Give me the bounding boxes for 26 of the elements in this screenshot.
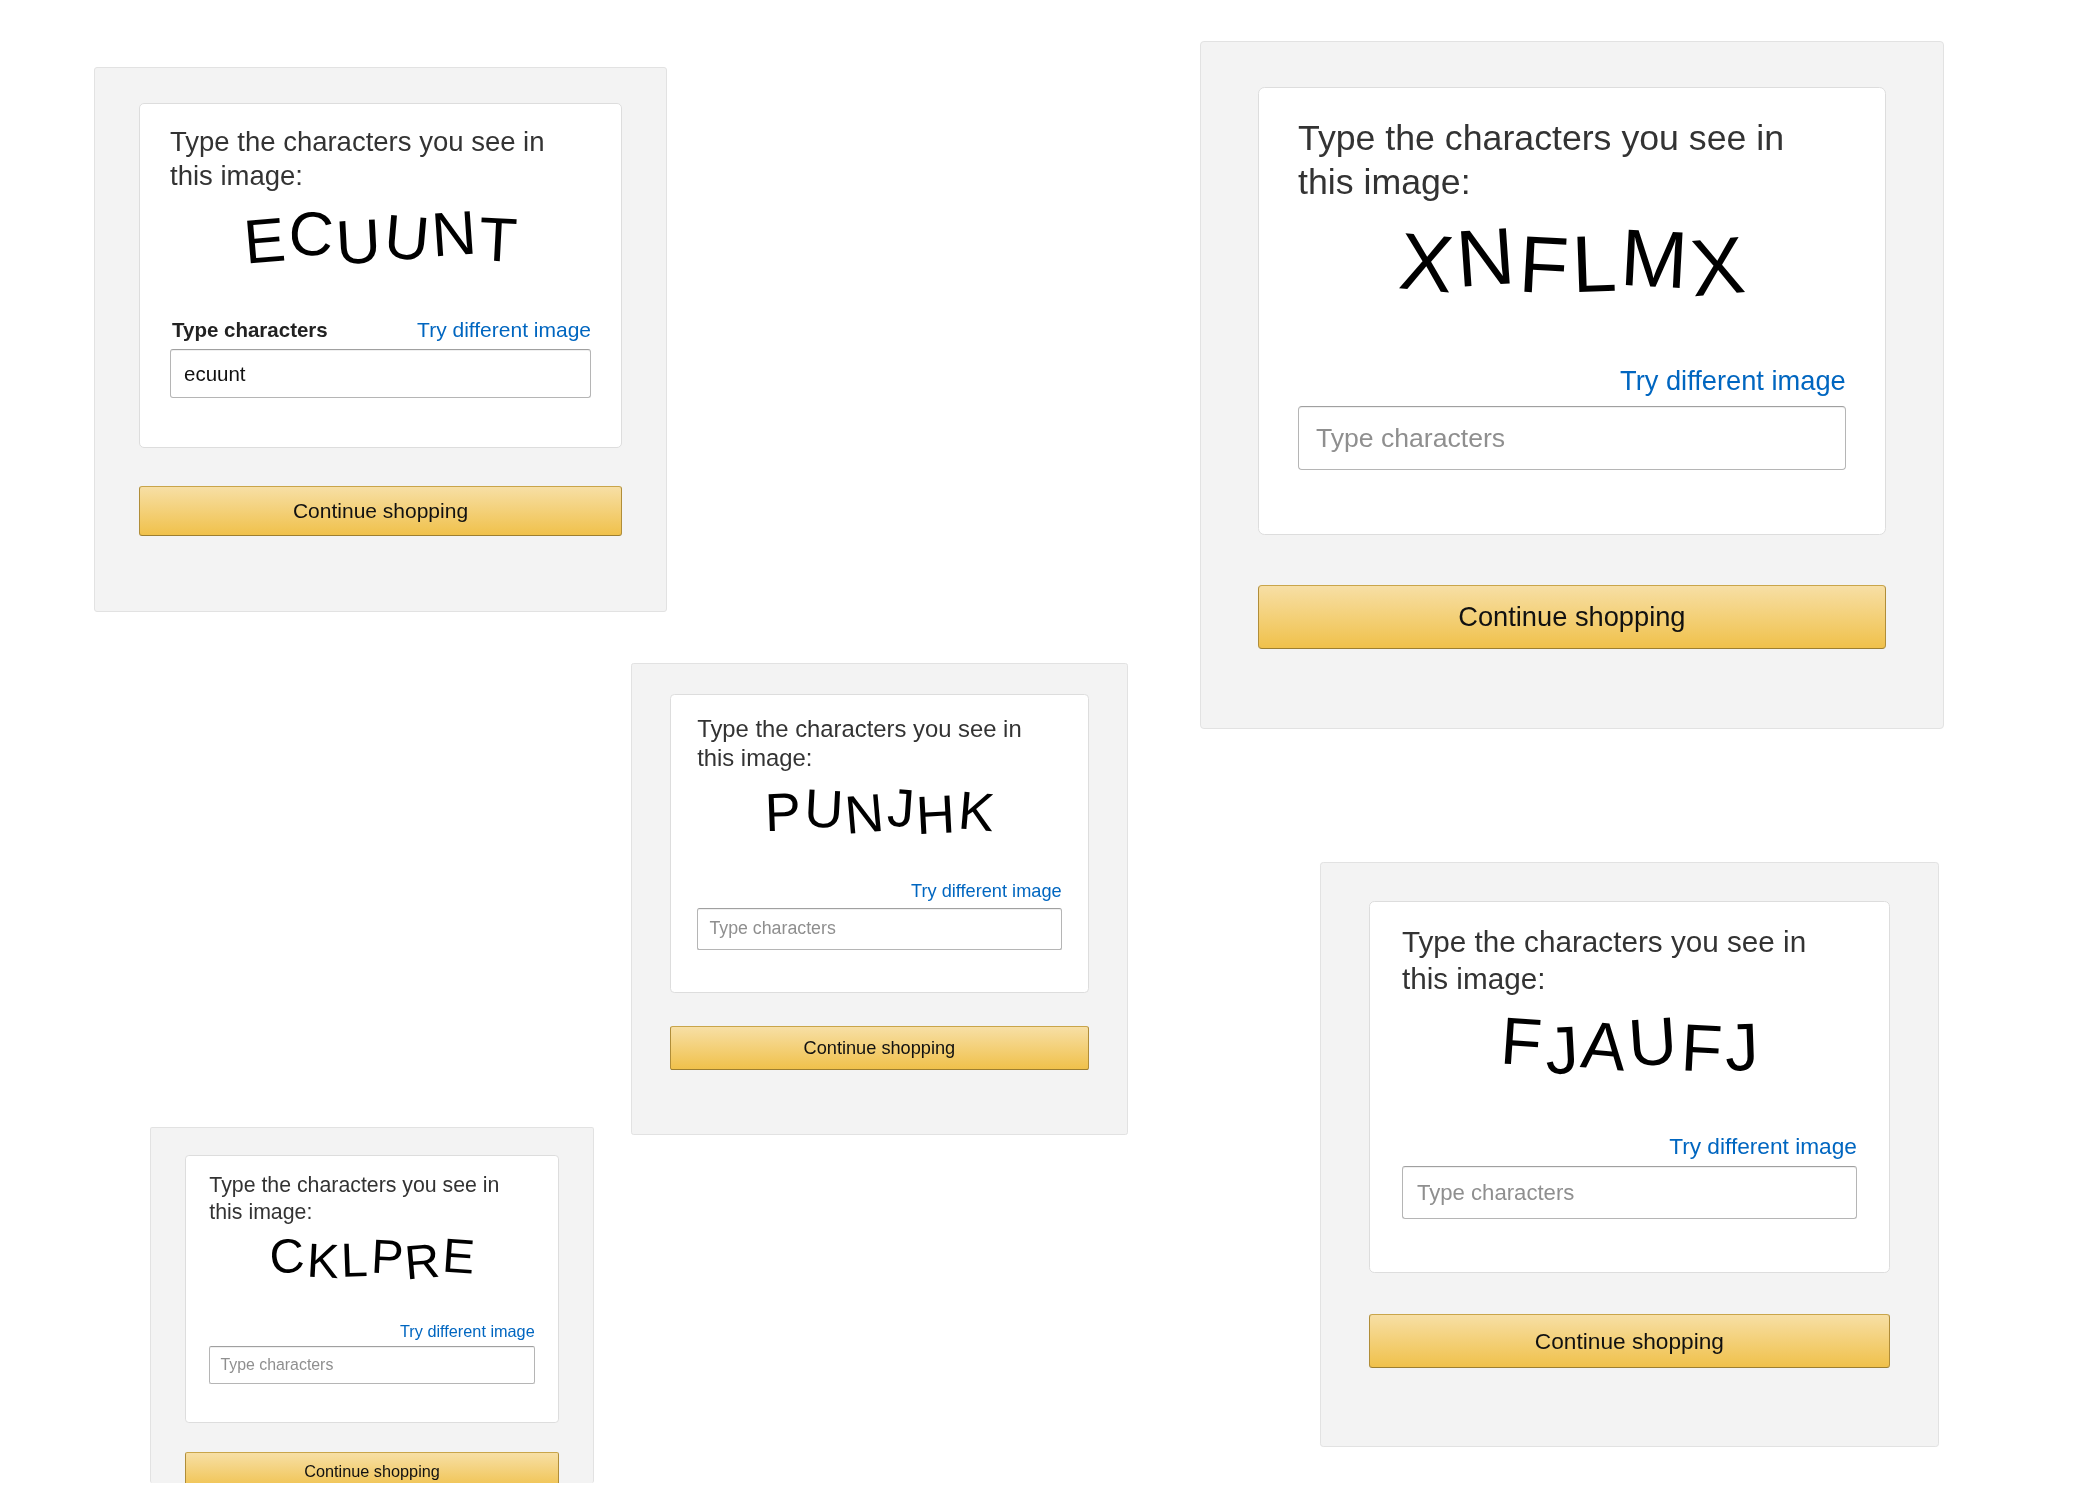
different-image-link[interactable]: Try different image xyxy=(1620,362,1846,402)
captcha-input[interactable]: ecuunt xyxy=(170,349,591,398)
captcha-text: XNFLMX xyxy=(1394,215,1750,307)
captcha-text: FJAUFJ xyxy=(1497,1007,1761,1084)
continue-button[interactable]: Continue shopping xyxy=(1368,1314,1891,1369)
different-image-link[interactable]: Try different image xyxy=(400,1319,535,1343)
field-label: Type characters xyxy=(171,317,328,343)
different-image-link[interactable]: Try different image xyxy=(417,315,591,345)
prompt-text: Type the characters you see in this image: xyxy=(170,125,546,193)
captcha-input[interactable]: Type characters xyxy=(209,1345,535,1384)
different-image-link[interactable]: Try different image xyxy=(911,878,1062,905)
captcha-text: PUNJHK xyxy=(763,780,998,841)
captcha-input[interactable]: Type characters xyxy=(1298,406,1846,470)
continue-button[interactable]: Continue shopping xyxy=(139,486,622,536)
prompt-text: Type the characters you see in this image: xyxy=(1401,924,1808,998)
captcha-input[interactable]: Type characters xyxy=(1401,1166,1857,1220)
continue-button[interactable]: Continue shopping xyxy=(1258,584,1886,650)
continue-button[interactable]: Continue shopping xyxy=(670,1026,1089,1070)
prompt-text: Type the characters you see in this image: xyxy=(697,713,1023,773)
different-image-link[interactable]: Try different image xyxy=(1669,1129,1857,1163)
prompt-text: Type the characters you see in this image: xyxy=(209,1172,501,1226)
captcha-text: ECUUNT xyxy=(239,202,521,272)
continue-button[interactable]: Continue shopping xyxy=(185,1451,559,1483)
captcha-text: CKLPRE xyxy=(266,1232,478,1287)
prompt-text: Type the characters you see in this image: xyxy=(1298,116,1786,204)
captcha-input[interactable]: Type characters xyxy=(697,907,1062,951)
